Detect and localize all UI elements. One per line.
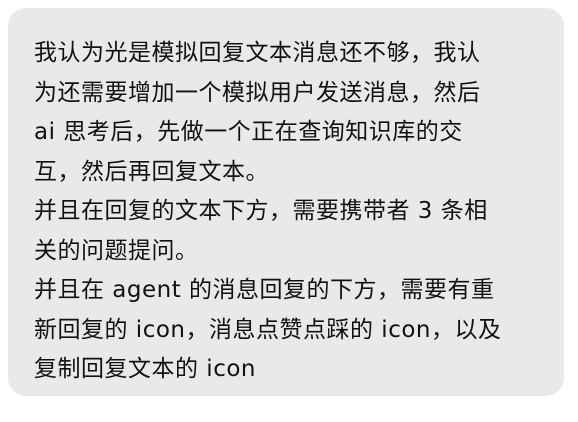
message-line: 为还需要增加一个模拟用户发送消息，然后 (34, 79, 481, 106)
user-message-bubble: 我认为光是模拟回复文本消息还不够，我认 为还需要增加一个模拟用户发送消息，然后 … (8, 8, 564, 396)
message-line: ai 思考后，先做一个正在查询知识库的交 (34, 119, 463, 145)
message-line: 互，然后再回复文本。 (34, 158, 269, 185)
message-line: 并且在回复的文本下方，需要携带者 3 条相 (34, 198, 488, 224)
message-line: 我认为光是模拟回复文本消息还不够，我认 (34, 40, 481, 66)
message-line: 并且在 agent 的消息回复的下方，需要有重 (34, 277, 495, 303)
message-line: 关的问题提问。 (34, 237, 199, 264)
message-line: 复制回复文本的 icon (34, 356, 256, 382)
message-line: 新回复的 icon，消息点赞点踩的 icon，以及 (34, 316, 502, 343)
